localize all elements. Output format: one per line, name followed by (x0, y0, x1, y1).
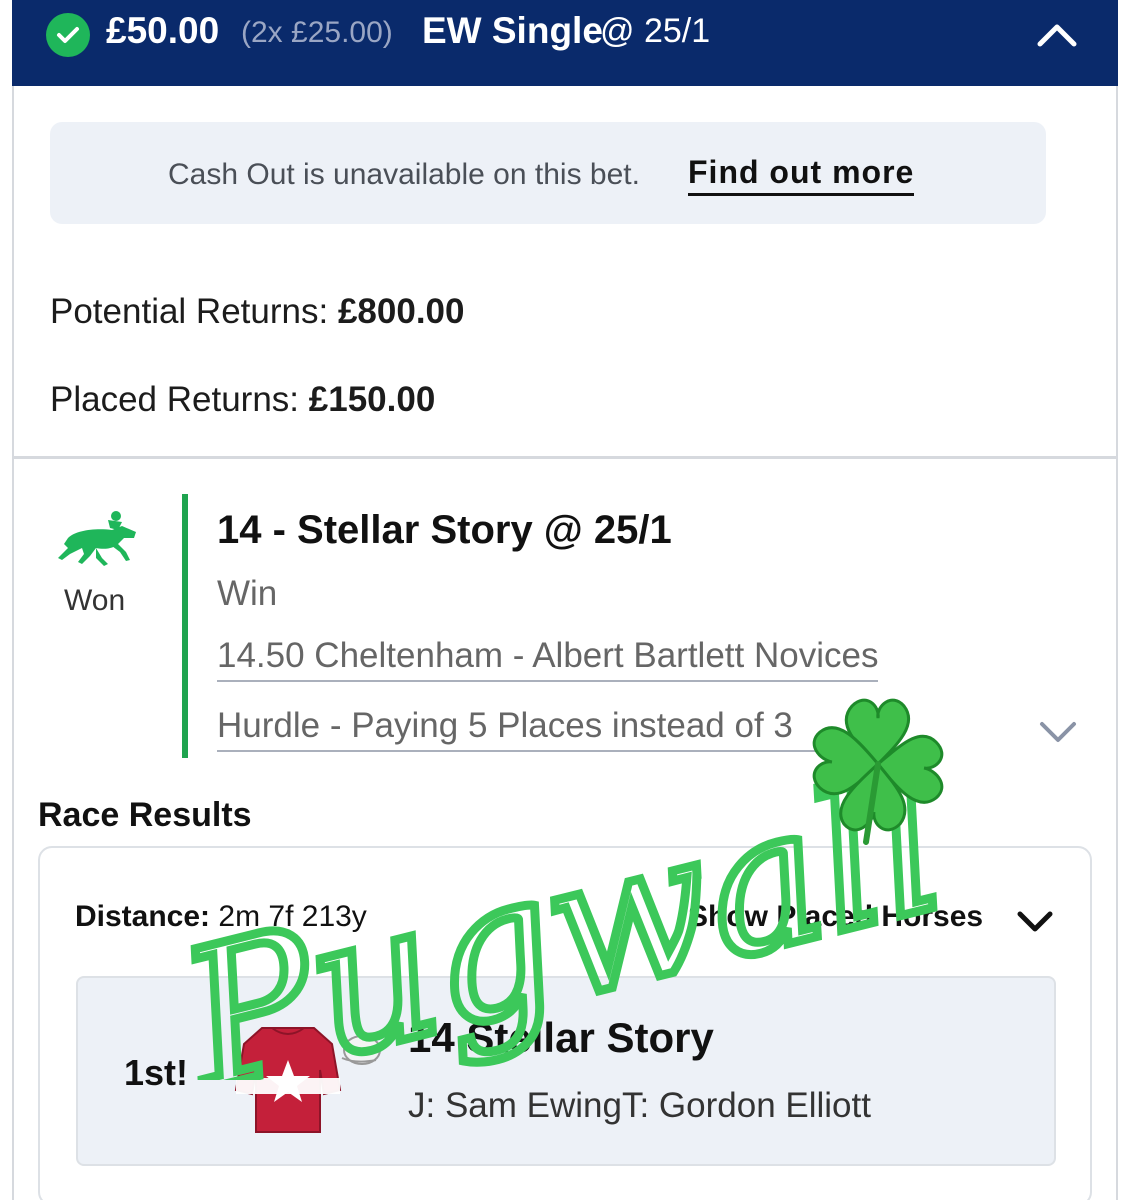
cashout-notice-text: Cash Out is unavailable on this bet. (168, 158, 640, 191)
section-divider (12, 456, 1118, 459)
race-link-line2[interactable]: Hurdle - Paying 5 Places instead of 3 (217, 706, 837, 752)
chevron-up-icon[interactable] (1032, 14, 1082, 54)
bet-odds: @ 25/1 (600, 12, 711, 50)
chevron-down-icon[interactable] (1012, 906, 1058, 936)
jockey-silks-icon (232, 1020, 344, 1138)
result-jockey-trainer: J: Sam EwingT: Gordon Elliott (408, 1086, 871, 1125)
selection-market: Win (217, 574, 278, 613)
bet-type: EW Single (422, 10, 603, 51)
race-distance: Distance: 2m 7f 213y (75, 900, 367, 934)
distance-label: Distance: (75, 900, 211, 933)
placed-returns-value: £150.00 (308, 380, 436, 419)
potential-returns-value: £800.00 (337, 292, 465, 331)
racehorse-icon (56, 508, 140, 566)
result-row (76, 976, 1056, 1166)
show-placed-horses-button[interactable]: Show Placed Horses (688, 900, 983, 934)
selection-title: 14 - Stellar Story @ 25/1 (217, 508, 672, 552)
finish-position: 1st! (124, 1052, 189, 1093)
potential-returns: Potential Returns: £800.00 (50, 292, 464, 332)
stake-split: (2x £25.00) (241, 16, 393, 49)
race-results-title: Race Results (38, 796, 252, 834)
placed-returns: Placed Returns: £150.00 (50, 380, 435, 420)
stake-amount: £50.00 (106, 10, 220, 51)
check-circle-icon (46, 13, 90, 57)
find-out-more-link[interactable]: Find out more (688, 154, 915, 196)
placed-returns-label: Placed Returns: (50, 380, 300, 419)
result-horse-name: 14 Stellar Story (408, 1014, 714, 1061)
bet-header[interactable]: £50.00 (2x £25.00) EW Single @ 25/1 (12, 0, 1118, 86)
result-status: Won (64, 584, 126, 617)
distance-value: 2m 7f 213y (218, 900, 367, 933)
jockey-cap-icon (336, 1030, 384, 1068)
potential-returns-label: Potential Returns: (50, 292, 329, 331)
won-indicator-bar (182, 494, 188, 758)
cashout-notice: Cash Out is unavailable on this bet. Fin… (50, 122, 1046, 224)
race-link-line1[interactable]: 14.50 Cheltenham - Albert Bartlett Novic… (217, 636, 879, 682)
chevron-down-icon[interactable] (1036, 714, 1080, 748)
